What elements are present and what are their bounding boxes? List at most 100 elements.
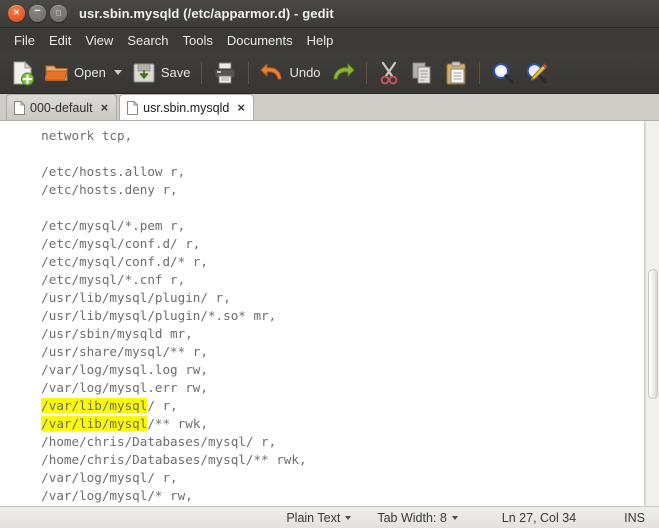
code-text: /usr/sbin/mysqld mr, bbox=[26, 326, 193, 341]
language-label: Plain Text bbox=[286, 510, 341, 525]
menu-help[interactable]: Help bbox=[300, 31, 341, 50]
menu-tools[interactable]: Tools bbox=[176, 31, 220, 50]
toolbar-separator-4 bbox=[478, 61, 480, 84]
vertical-scrollbar[interactable] bbox=[645, 121, 659, 506]
code-line: /usr/share/mysql/** r, bbox=[26, 343, 307, 361]
code-text: /etc/mysql/*.cnf r, bbox=[26, 272, 186, 287]
code-line: /etc/mysql/conf.d/* r, bbox=[26, 253, 307, 271]
clipboard-paste-icon bbox=[446, 61, 466, 84]
gedit-window: × − □ usr.sbin.mysqld (/etc/apparmor.d) … bbox=[0, 0, 659, 528]
file-icon bbox=[14, 100, 25, 115]
maximize-window-button[interactable]: □ bbox=[50, 5, 67, 22]
code-line: /usr/lib/mysql/plugin/*.so* mr, bbox=[26, 307, 307, 325]
cursor-position: Ln 27, Col 34 bbox=[502, 511, 576, 525]
scrollbar-thumb[interactable] bbox=[648, 269, 658, 399]
close-window-button[interactable]: × bbox=[8, 5, 25, 22]
redo-arrow-icon bbox=[333, 63, 355, 79]
tab-width-label: Tab Width: 8 bbox=[377, 510, 447, 525]
menu-file[interactable]: File bbox=[7, 31, 42, 50]
code-line: /etc/hosts.deny r, bbox=[26, 181, 307, 199]
code-line: /etc/mysql/*.pem r, bbox=[26, 217, 307, 235]
cursor-position-label: Ln 27, Col 34 bbox=[501, 510, 577, 525]
open-dropdown-caret-icon[interactable] bbox=[113, 70, 122, 75]
code-line: network tcp, bbox=[26, 127, 307, 145]
code-text: /var/log/mysql.log rw, bbox=[26, 362, 208, 377]
tab-label: 000-default bbox=[30, 100, 93, 115]
code-line: /home/chris/Databases/mysql/ r, bbox=[26, 433, 307, 451]
text-editor-area[interactable]: network tcp, /etc/hosts.allow r, /etc/ho… bbox=[0, 121, 645, 506]
undo-button[interactable]: Undo bbox=[255, 57, 325, 89]
tab-usr-sbin-mysqld[interactable]: usr.sbin.mysqld × bbox=[119, 94, 254, 120]
redo-button[interactable] bbox=[326, 57, 360, 89]
save-button-label: Save bbox=[160, 65, 191, 80]
code-text: /var/log/mysql.err rw, bbox=[26, 380, 208, 395]
tab-close-button[interactable]: × bbox=[237, 100, 245, 115]
code-text: /home/chris/Databases/mysql/ r, bbox=[26, 434, 277, 449]
copy-documents-icon bbox=[412, 62, 431, 83]
code-line: /usr/sbin/mysqld mr, bbox=[26, 325, 307, 343]
open-button[interactable]: Open bbox=[40, 57, 127, 89]
code-line: /etc/hosts.allow r, bbox=[26, 163, 307, 181]
code-text: network tcp, bbox=[26, 128, 133, 143]
code-line: /etc/mysql/conf.d/ r, bbox=[26, 235, 307, 253]
open-folder-icon bbox=[45, 65, 68, 81]
search-match-highlight: /var/lib/mysql bbox=[41, 416, 148, 431]
undo-button-label: Undo bbox=[289, 65, 321, 80]
tab-label: usr.sbin.mysqld bbox=[143, 100, 230, 115]
code-text: /etc/hosts.deny r, bbox=[26, 182, 178, 197]
code-text: / r, bbox=[147, 398, 178, 413]
save-button[interactable]: Save bbox=[127, 57, 196, 89]
source-code-text[interactable]: network tcp, /etc/hosts.allow r, /etc/ho… bbox=[26, 127, 307, 505]
toolbar-separator-3 bbox=[365, 61, 367, 84]
code-text: /var/log/mysql/* rw, bbox=[26, 488, 193, 503]
tab-000-default[interactable]: 000-default × bbox=[6, 94, 118, 120]
code-line: /var/log/mysql/ r, bbox=[26, 469, 307, 487]
code-text: /usr/lib/mysql/plugin/ r, bbox=[26, 290, 231, 305]
maximize-icon: □ bbox=[56, 8, 61, 17]
find-button[interactable] bbox=[486, 57, 520, 89]
code-text: /etc/mysql/*.pem r, bbox=[26, 218, 186, 233]
menu-documents[interactable]: Documents bbox=[220, 31, 300, 50]
menu-edit[interactable]: Edit bbox=[42, 31, 78, 50]
new-document-button[interactable] bbox=[6, 57, 40, 89]
code-text: /home/chris/Databases/mysql/** rwk, bbox=[26, 452, 307, 467]
code-line: /var/log/mysql.log rw, bbox=[26, 361, 307, 379]
window-controls: × − □ bbox=[8, 5, 67, 22]
chevron-down-icon bbox=[451, 515, 458, 520]
print-button[interactable] bbox=[208, 57, 242, 89]
toolbar-separator-2 bbox=[248, 61, 250, 84]
code-text: /etc/hosts.allow r, bbox=[26, 164, 186, 179]
search-icon bbox=[492, 62, 514, 84]
tab-bar: 000-default × usr.sbin.mysqld × bbox=[0, 94, 659, 121]
search-match-highlight: /var/lib/mysql bbox=[41, 398, 148, 413]
replace-button[interactable] bbox=[520, 57, 554, 89]
code-text: /usr/share/mysql/** r, bbox=[26, 344, 208, 359]
toolbar-separator-1 bbox=[201, 61, 203, 84]
menu-view[interactable]: View bbox=[78, 31, 120, 50]
copy-button[interactable] bbox=[405, 57, 439, 89]
open-button-label: Open bbox=[74, 65, 106, 80]
tab-width-selector[interactable]: Tab Width: 8 bbox=[377, 510, 458, 525]
cut-button[interactable] bbox=[373, 57, 405, 89]
tab-close-button[interactable]: × bbox=[101, 100, 109, 115]
minimize-window-button[interactable]: − bbox=[29, 5, 46, 22]
chevron-down-icon bbox=[345, 515, 352, 520]
save-disk-icon bbox=[133, 63, 155, 82]
insert-mode-label: INS bbox=[624, 510, 645, 525]
undo-arrow-icon bbox=[260, 63, 282, 79]
code-line: /var/log/mysql/* rw, bbox=[26, 487, 307, 505]
printer-icon bbox=[214, 62, 236, 83]
file-icon bbox=[127, 100, 139, 115]
title-bar: × − □ usr.sbin.mysqld (/etc/apparmor.d) … bbox=[0, 0, 659, 28]
paste-button[interactable] bbox=[439, 57, 473, 89]
language-selector[interactable]: Plain Text bbox=[286, 510, 352, 525]
code-line: /usr/lib/mysql/plugin/ r, bbox=[26, 289, 307, 307]
menu-bar: File Edit View Search Tools Documents He… bbox=[0, 28, 659, 52]
insert-mode-indicator: INS bbox=[624, 511, 645, 525]
code-text: /** rwk, bbox=[147, 416, 208, 431]
minimize-icon: − bbox=[34, 5, 41, 17]
menu-search[interactable]: Search bbox=[120, 31, 175, 50]
